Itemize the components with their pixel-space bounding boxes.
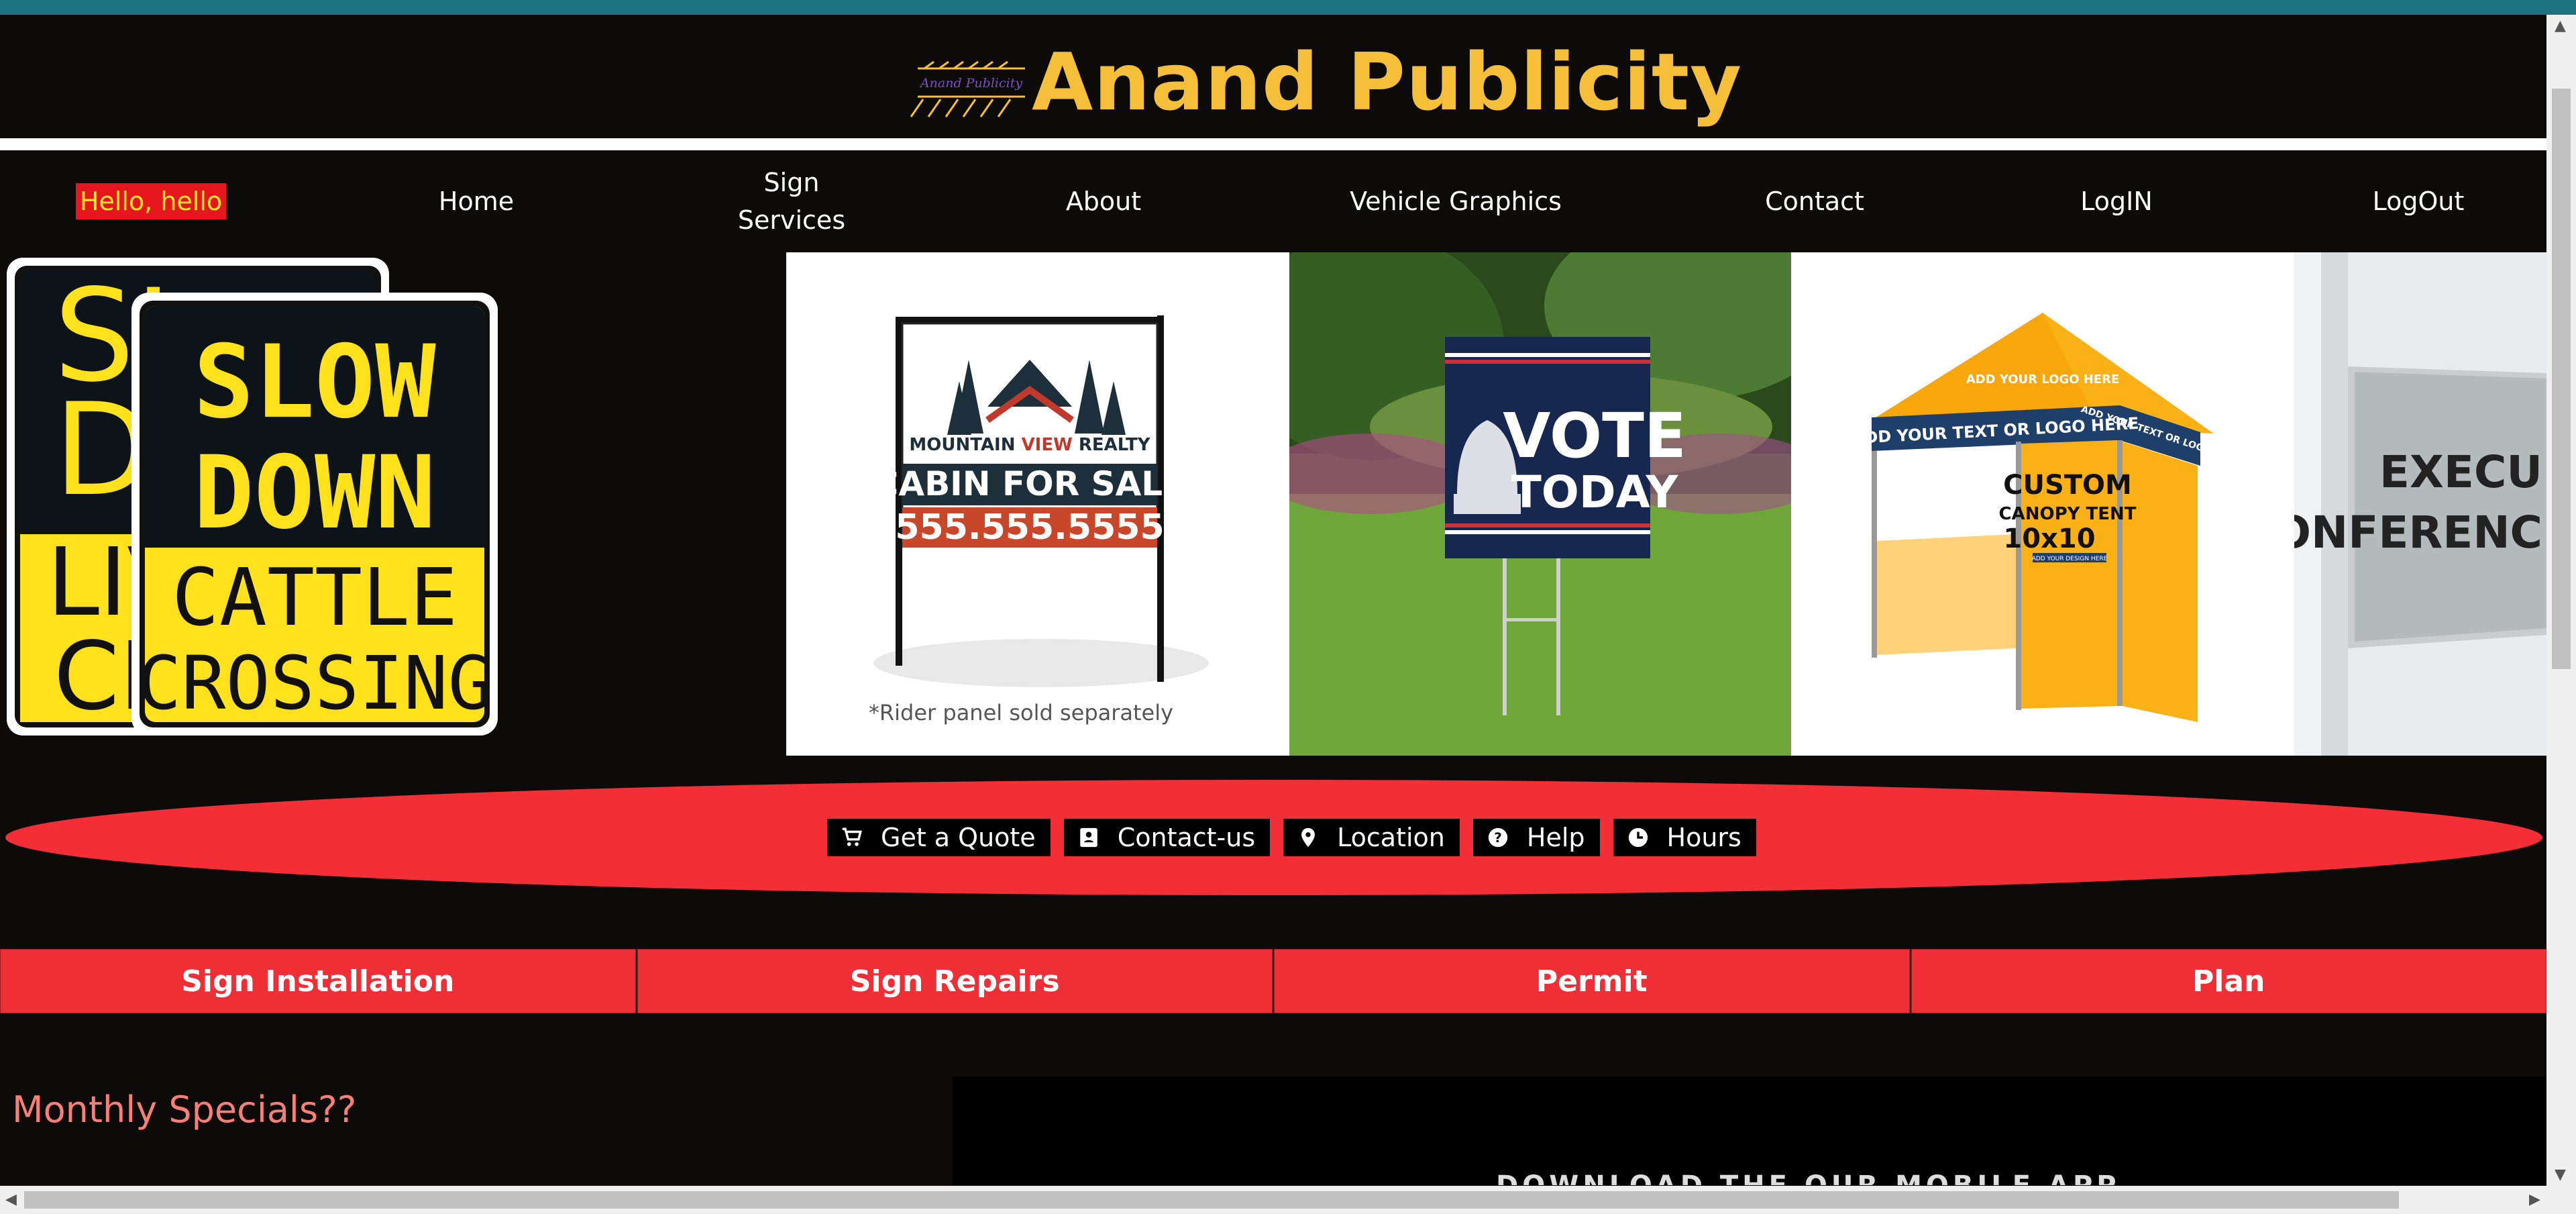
contact-us-button[interactable]: Contact-us <box>1063 819 1271 856</box>
main-nav: Hello, hello Home Sign Services About Ve… <box>0 150 2546 252</box>
svg-text:EXECU: EXECU <box>2379 446 2542 498</box>
nav-greeting: Hello, hello <box>60 150 241 252</box>
image-carousel[interactable]: SL DO LIV CR SLOW DOWN CATTLE CROSSING <box>0 252 2546 756</box>
svg-text:?: ? <box>1494 830 1502 846</box>
scroll-up-icon[interactable]: ▲ <box>2555 17 2566 34</box>
svg-text:CANOPY TENT: CANOPY TENT <box>1999 504 2137 524</box>
location-button[interactable]: Location <box>1283 819 1460 856</box>
video-caption: DOWNLOAD THE OUR MOBILE APP <box>1496 1170 2121 1185</box>
contact-card-icon <box>1079 827 1097 848</box>
monthly-specials-heading: Monthly Specials?? <box>12 1089 357 1131</box>
gallery-tile-slow-down: SL DO LIV CR SLOW DOWN CATTLE CROSSING <box>0 252 786 756</box>
scroll-left-icon[interactable]: ◀ <box>5 1191 17 1208</box>
svg-text:VOTE: VOTE <box>1503 400 1686 472</box>
browser-top-strip <box>0 0 2576 15</box>
svg-text:CUSTOM: CUSTOM <box>2003 470 2132 501</box>
svg-text:10x10: 10x10 <box>2003 523 2095 554</box>
logo-text: Anand Publicity <box>919 76 1022 91</box>
permit-button[interactable]: Permit <box>1274 949 1910 1013</box>
nav-home[interactable]: Home <box>376 150 577 252</box>
svg-text:ADD YOUR LOGO HERE: ADD YOUR LOGO HERE <box>1966 372 2120 387</box>
svg-text:CATTLE: CATTLE <box>172 551 458 644</box>
slow-down-sign-front: SLOW DOWN CATTLE CROSSING <box>131 293 498 736</box>
svg-text:555.555.5555: 555.555.5555 <box>895 507 1164 548</box>
svg-text:ADD YOUR DESIGN HERE: ADD YOUR DESIGN HERE <box>2032 556 2108 562</box>
nav-login[interactable]: LogIN <box>2012 150 2220 252</box>
help-button[interactable]: ? Help <box>1472 819 1600 856</box>
video-panel[interactable]: DOWNLOAD THE OUR MOBILE APP <box>953 1076 2546 1185</box>
sign-repairs-button[interactable]: Sign Repairs <box>637 949 1273 1013</box>
horizontal-scrollbar[interactable]: ◀ ▶ <box>0 1186 2576 1214</box>
gallery-tile-cabin-sale: MOUNTAIN VIEW REALTY CABIN FOR SALE 555.… <box>786 252 1289 756</box>
svg-text:TODAY: TODAY <box>1511 466 1679 518</box>
gallery-tile-conference-plaque: EXECU CONFERENC <box>2294 252 2546 756</box>
header-divider <box>0 138 2546 150</box>
hours-button[interactable]: Hours <box>1613 819 1756 856</box>
gallery-tile-vote-today: VOTE TODAY <box>1289 252 1791 756</box>
vertical-scrollbar[interactable]: ▲ ▼ <box>2546 15 2576 1186</box>
get-a-quote-button[interactable]: Get a Quote <box>827 819 1051 856</box>
nav-sign-services[interactable]: Sign Services <box>711 150 872 252</box>
greeting-badge: Hello, hello <box>75 183 227 219</box>
cart-icon <box>842 827 862 846</box>
scroll-down-icon[interactable]: ▼ <box>2555 1166 2566 1183</box>
vertical-scroll-thumb[interactable] <box>2552 89 2571 669</box>
svg-text:CROSSING: CROSSING <box>137 640 492 726</box>
nav-logout[interactable]: LogOut <box>2308 150 2529 252</box>
svg-text:MOUNTAIN VIEW REALTY: MOUNTAIN VIEW REALTY <box>909 435 1150 455</box>
nav-about[interactable]: About <box>993 150 1214 252</box>
svg-text:DOWN: DOWN <box>193 435 435 552</box>
scroll-right-icon[interactable]: ▶ <box>2529 1191 2540 1208</box>
brand-title: Anand Publicity <box>1032 36 1743 128</box>
nav-contact[interactable]: Contact <box>1717 150 1912 252</box>
quick-links: Get a Quote Contact-us Location ? Help H… <box>827 819 1756 856</box>
svg-text:SLOW: SLOW <box>193 324 436 441</box>
horizontal-scroll-thumb[interactable] <box>24 1191 2399 1209</box>
help-icon: ? <box>1488 827 1508 848</box>
logo-icon: Anand Publicity <box>910 60 1025 117</box>
plan-button[interactable]: Plan <box>1911 949 2546 1013</box>
svg-text:CONFERENC: CONFERENC <box>2294 507 2542 558</box>
sign-installation-button[interactable]: Sign Installation <box>0 949 636 1013</box>
nav-vehicle-graphics[interactable]: Vehicle Graphics <box>1315 150 1597 252</box>
location-pin-icon <box>1301 827 1316 848</box>
clock-icon <box>1628 827 1648 848</box>
services-bar: Sign Installation Sign Repairs Permit Pl… <box>0 949 2546 1013</box>
svg-text:*Rider panel sold separately: *Rider panel sold separately <box>869 700 1173 725</box>
gallery-tile-canopy-tent: ADD YOUR LOGO HERE ADD YOUR TEXT OR LOGO… <box>1791 252 2294 756</box>
svg-text:CABIN FOR SALE: CABIN FOR SALE <box>874 464 1186 503</box>
